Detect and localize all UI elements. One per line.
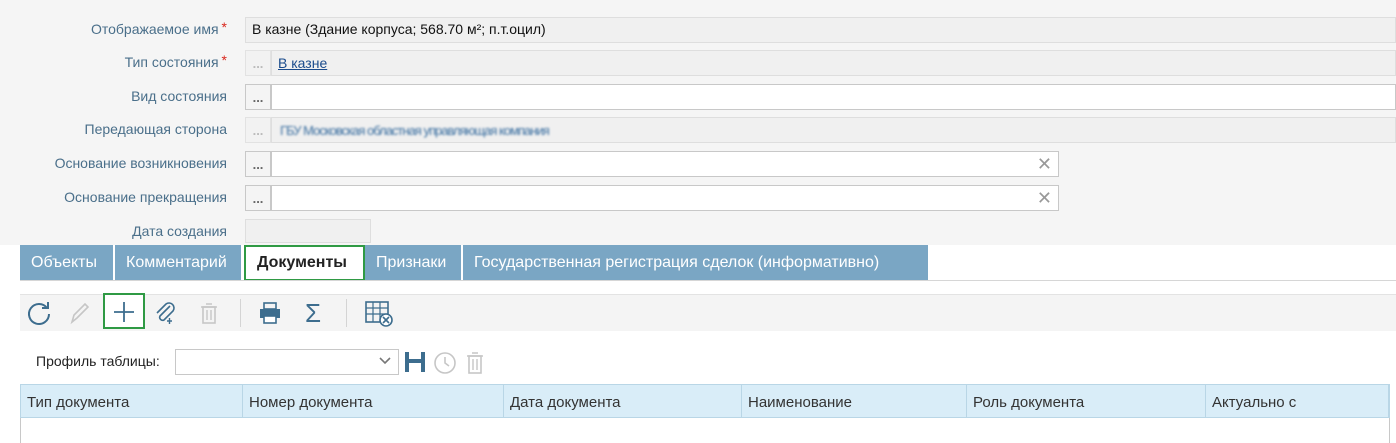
column-header[interactable]: Дата документа xyxy=(504,385,742,417)
created-date-field xyxy=(245,219,371,243)
documents-grid-header: Тип документа Номер документа Дата докум… xyxy=(20,384,1390,418)
add-document-button[interactable] xyxy=(103,293,145,329)
state-form: Отображаемое имя * В казне (Здание корпус… xyxy=(0,0,1396,245)
tab-documents[interactable]: Документы xyxy=(244,245,365,281)
basis-termination-picker-button[interactable]: ... xyxy=(245,185,271,211)
pencil-icon[interactable] xyxy=(62,297,96,329)
tab-state-registration[interactable]: Государственная регистрация сделок (инфо… xyxy=(463,245,928,281)
state-kind-row: Вид состояния ... xyxy=(0,84,1396,110)
basis-origin-picker-button[interactable]: ... xyxy=(245,151,271,177)
display-name-row: Отображаемое имя * В казне (Здание корпус… xyxy=(0,17,1396,43)
transferring-party-value: ГБУ Московская областная управляющая ком… xyxy=(280,123,550,138)
history-icon[interactable] xyxy=(432,350,458,381)
close-icon[interactable]: ✕ xyxy=(1037,188,1052,208)
required-mark: * xyxy=(221,19,227,35)
tab-objects[interactable]: Объекты xyxy=(20,245,113,281)
tab-bar: Объекты Комментарий Документы Признаки Г… xyxy=(20,245,1396,281)
state-type-field: В казне xyxy=(271,50,1396,76)
column-header[interactable]: Актуально с xyxy=(1206,385,1389,417)
sigma-icon[interactable]: Σ xyxy=(296,297,330,329)
paperclip-icon[interactable] xyxy=(148,297,182,329)
basis-origin-row: Основание возникновения ... ✕ xyxy=(0,151,1396,177)
printer-icon[interactable] xyxy=(253,297,287,329)
transferring-party-field: ГБУ Московская областная управляющая ком… xyxy=(271,117,1396,143)
basis-termination-field[interactable]: ✕ xyxy=(271,185,1059,211)
save-icon[interactable] xyxy=(403,350,427,379)
column-header[interactable]: Роль документа xyxy=(967,385,1206,417)
transferring-party-picker-button[interactable]: ... xyxy=(245,117,271,143)
state-type-label: Тип состояния * xyxy=(124,52,227,70)
plus-icon xyxy=(114,302,134,322)
trash-icon[interactable] xyxy=(463,350,487,381)
chevron-down-icon[interactable] xyxy=(378,353,392,370)
column-header[interactable]: Тип документа xyxy=(21,385,243,417)
display-name-value: В казне (Здание корпуса; 568.70 м²; п.т.… xyxy=(252,21,546,37)
refresh-icon[interactable] xyxy=(22,297,56,329)
tab-divider xyxy=(20,280,1396,281)
state-kind-label: Вид состояния xyxy=(131,88,227,104)
tab-attributes[interactable]: Признаки xyxy=(365,245,461,281)
documents-grid-body xyxy=(20,418,1390,443)
transferring-party-row: Передающая сторона ... ГБУ Московская об… xyxy=(0,117,1396,143)
close-icon[interactable]: ✕ xyxy=(1037,154,1052,174)
display-name-label: Отображаемое имя * xyxy=(90,19,227,37)
column-header[interactable]: Номер документа xyxy=(243,385,504,417)
toolbar-separator xyxy=(240,299,241,327)
column-header[interactable]: Наименование xyxy=(742,385,967,417)
toolbar-separator xyxy=(346,299,347,327)
created-date-row: Дата создания xyxy=(0,219,1396,245)
documents-toolbar: Σ xyxy=(20,293,1396,331)
transferring-party-label: Передающая сторона xyxy=(84,121,227,137)
basis-origin-label: Основание возникновения xyxy=(54,155,227,171)
tab-comment[interactable]: Комментарий xyxy=(115,245,241,281)
basis-termination-label: Основание прекращения xyxy=(64,189,227,205)
table-profile-label: Профиль таблицы: xyxy=(36,353,160,369)
table-settings-icon[interactable] xyxy=(361,297,395,329)
state-kind-picker-button[interactable]: ... xyxy=(245,84,271,110)
table-profile-select[interactable] xyxy=(175,349,399,375)
basis-origin-field[interactable]: ✕ xyxy=(271,151,1059,177)
state-type-link[interactable]: В казне xyxy=(278,55,327,71)
state-type-row: Тип состояния * ... В казне xyxy=(0,50,1396,76)
basis-termination-row: Основание прекращения ... ✕ xyxy=(0,185,1396,211)
trash-icon[interactable] xyxy=(192,297,226,329)
created-date-label: Дата создания xyxy=(132,223,227,239)
display-name-field[interactable]: В казне (Здание корпуса; 568.70 м²; п.т.… xyxy=(245,17,1396,43)
required-mark: * xyxy=(221,52,227,68)
state-type-picker-button[interactable]: ... xyxy=(245,50,271,76)
state-kind-field[interactable] xyxy=(271,84,1396,110)
